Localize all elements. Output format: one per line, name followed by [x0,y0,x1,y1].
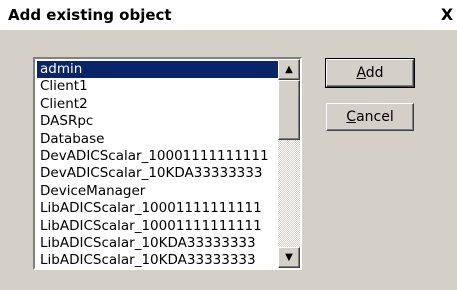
list-item[interactable]: LibADICScalar_10001111111111 [37,200,280,217]
title-bar: Add existing object X [0,0,457,30]
list-item[interactable]: LibADICScalar_10KDA33333333 [37,235,280,252]
scroll-thumb[interactable] [278,80,300,140]
cancel-button-accel: C [346,109,357,125]
add-existing-object-dialog: Add existing object X admin Client1 Client… [0,0,457,290]
list-item[interactable]: Database [37,131,280,148]
object-list: admin Client1 Client2 DASRpc Database DevADIC… [37,61,280,268]
add-button-accel: A [356,65,366,81]
close-button[interactable]: X [438,5,456,25]
cancel-button[interactable]: Cancel [326,103,414,131]
list-item[interactable]: LibADICScalar_10KDA33333333 [37,252,280,268]
list-item[interactable]: admin [37,61,280,79]
list-item[interactable]: LibADICScalar_10001111111111 [37,218,280,235]
cancel-button-label-rest: ancel [356,109,394,125]
add-button[interactable]: Add [325,58,415,88]
list-item[interactable]: DeviceManager [37,183,280,200]
scroll-up-button[interactable]: ▲ [278,59,300,80]
object-listbox[interactable]: admin Client1 Client2 DASRpc Database DevADIC… [33,57,302,270]
list-item[interactable]: DevADICScalar_10001111111111 [37,148,280,165]
vertical-scrollbar[interactable]: ▲ ▼ [278,59,300,268]
dialog-title: Add existing object [8,6,172,24]
list-item[interactable]: DevADICScalar_10KDA33333333 [37,165,280,182]
add-button-label-rest: dd [365,65,384,81]
list-item[interactable]: Client1 [37,78,280,95]
list-item[interactable]: Client2 [37,96,280,113]
list-item[interactable]: DASRpc [37,113,280,130]
scroll-down-button[interactable]: ▼ [278,247,300,268]
